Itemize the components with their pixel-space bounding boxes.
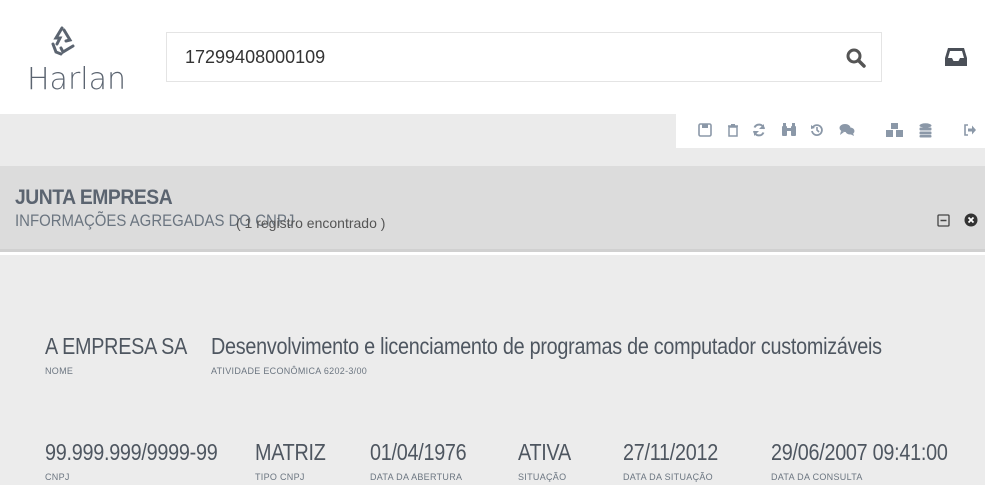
field-data-abertura: 01/04/1976 DATA DA ABERTURA [370, 439, 482, 482]
panel-header: JUNTA EMPRESA INFORMAÇÕES AGREGADAS DO C… [0, 166, 985, 252]
database-button[interactable] [919, 123, 935, 139]
field-value: Desenvolvimento e licenciamento de progr… [211, 333, 882, 359]
logo-text: Harlan [27, 62, 127, 97]
field-situacao: ATIVA SITUAÇÃO [518, 439, 580, 482]
field-tipo-cnpj: MATRIZ TIPO CNPJ [255, 439, 337, 482]
field-value: MATRIZ [255, 439, 326, 465]
field-data-consulta: 29/06/2007 09:41:00 DATA DA CONSULTA [771, 439, 976, 482]
history-button[interactable] [810, 123, 826, 139]
logout-icon [964, 124, 976, 136]
app-header: Harlan [0, 0, 985, 114]
close-icon [964, 213, 978, 227]
field-value: 99.999.999/9999-99 [45, 439, 218, 465]
field-label: TIPO CNPJ [255, 472, 305, 482]
comments-button[interactable] [839, 123, 855, 139]
logout-button[interactable] [963, 123, 979, 139]
field-value: 29/06/2007 09:41:00 [771, 439, 948, 465]
field-value: 01/04/1976 [370, 439, 467, 465]
field-label: CNPJ [45, 472, 70, 482]
delete-button[interactable] [726, 123, 742, 139]
field-cnpj: 99.999.999/9999-99 CNPJ [45, 439, 246, 482]
field-label: ATIVIDADE ECONÔMICA 6202-3/00 [211, 366, 368, 376]
trash-icon [728, 124, 738, 137]
field-value: A EMPRESA SA [45, 333, 188, 359]
panel-body: A EMPRESA SA NOME Desenvolvimento e lice… [0, 255, 985, 485]
minimize-panel-button[interactable] [937, 214, 950, 227]
field-label: NOME [45, 366, 74, 376]
inbox-icon [945, 48, 967, 66]
refresh-icon [753, 123, 765, 137]
binoculars-button[interactable] [781, 123, 797, 139]
search-box [166, 32, 882, 82]
cubes-button[interactable] [886, 123, 903, 139]
field-atividade: Desenvolvimento e licenciamento de progr… [211, 333, 985, 376]
cubes-icon [886, 123, 903, 137]
field-value: 27/11/2012 [623, 439, 718, 465]
search-input[interactable] [167, 33, 817, 81]
field-label: DATA DA ABERTURA [370, 472, 463, 482]
search-icon [846, 48, 866, 68]
binoculars-icon [782, 123, 796, 136]
harlan-logo[interactable]: Harlan [24, 26, 126, 97]
history-icon [811, 124, 823, 136]
search-button[interactable] [845, 47, 867, 69]
comments-icon [839, 124, 855, 136]
field-value: ATIVA [518, 439, 571, 465]
record-count: ( 1 registro encontrado ) [236, 215, 386, 231]
field-nome: A EMPRESA SA NOME [45, 333, 210, 376]
save-button[interactable] [698, 123, 714, 139]
database-icon [919, 123, 932, 138]
field-data-situacao: 27/11/2012 DATA DA SITUAÇÃO [623, 439, 733, 482]
field-label: DATA DA SITUAÇÃO [623, 472, 713, 482]
recycle-logo-icon [51, 26, 75, 56]
action-toolbar [676, 114, 985, 148]
refresh-button[interactable] [752, 123, 768, 139]
field-label: DATA DA CONSULTA [771, 472, 863, 482]
field-label: SITUAÇÃO [518, 472, 567, 482]
save-icon [698, 123, 712, 137]
minimize-icon [937, 214, 950, 227]
inbox-button[interactable] [944, 46, 968, 68]
close-panel-button[interactable] [964, 213, 978, 227]
panel-title: JUNTA EMPRESA [15, 186, 173, 209]
